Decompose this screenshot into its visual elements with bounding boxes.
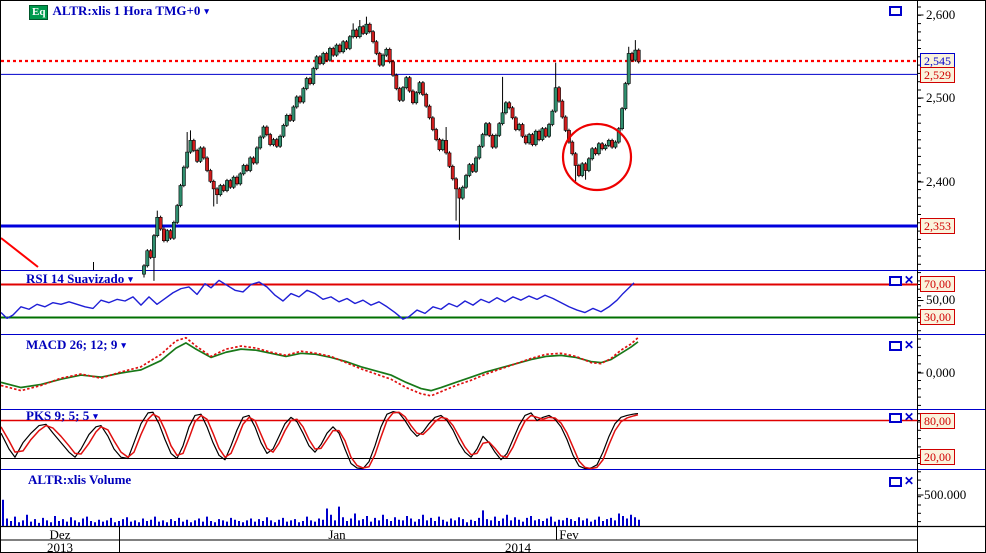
volume-tick-label: 500.000	[924, 487, 967, 502]
rsi-title-label: RSI 14 Suavizado	[26, 271, 125, 286]
year-label-2014: 2014	[505, 540, 531, 553]
close-icon[interactable]: ✕	[904, 339, 914, 351]
price-tick-2600: 2,600	[926, 7, 956, 22]
rsi-panel-title[interactable]: RSI 14 Suavizado ▾	[26, 272, 133, 286]
last-price-label[interactable]: 2,529	[920, 67, 955, 83]
year-label-2013: 2013	[47, 540, 73, 553]
support-price-label[interactable]: 2,353	[920, 218, 955, 234]
chart-window: Eq ALTR:xlis 1 Hora TMG+0 ▾ RSI 14 Suaviza…	[0, 0, 986, 553]
close-icon[interactable]: ✕	[904, 475, 914, 487]
rsi-70-label[interactable]: 70,00	[920, 276, 955, 292]
chevron-down-icon[interactable]: ▾	[93, 411, 98, 421]
instrument-title-label: ALTR:xlis 1 Hora TMG+0	[52, 3, 201, 18]
chevron-down-icon[interactable]: ▾	[204, 6, 209, 16]
pks-panel-title[interactable]: PKS 9; 5; 5 ▾	[26, 409, 98, 423]
price-tick-2500: 2,500	[926, 90, 956, 105]
macd-zero-label: 0,000	[926, 365, 956, 380]
restore-icon[interactable]	[889, 276, 902, 286]
volume-panel-title[interactable]: ALTR:xlis Volume	[28, 473, 131, 487]
pks-20-label[interactable]: 20,00	[920, 449, 955, 465]
volume-title-label: ALTR:xlis Volume	[28, 472, 132, 487]
restore-icon[interactable]	[889, 477, 902, 487]
close-icon[interactable]: ✕	[904, 411, 914, 423]
restore-icon[interactable]	[889, 6, 902, 16]
restore-icon[interactable]	[889, 341, 902, 351]
pks-title-label: PKS 9; 5; 5	[26, 408, 90, 423]
equity-badge: Eq	[29, 5, 49, 20]
macd-panel-title[interactable]: MACD 26; 12; 9 ▾	[26, 338, 126, 352]
chevron-down-icon[interactable]: ▾	[128, 274, 133, 284]
pks-80-label[interactable]: 80,00	[920, 413, 955, 429]
month-label-fev: Fev	[559, 527, 579, 542]
chevron-down-icon[interactable]: ▾	[121, 340, 126, 350]
rsi-30-label[interactable]: 30,00	[920, 309, 955, 325]
month-label-jan: Jan	[328, 527, 346, 542]
macd-title-label: MACD 26; 12; 9	[26, 337, 118, 352]
restore-icon[interactable]	[889, 413, 902, 423]
close-icon[interactable]: ✕	[904, 274, 914, 286]
price-tick-2400: 2,400	[926, 174, 956, 189]
rsi-50-label: 50,00	[926, 292, 956, 307]
instrument-title[interactable]: Eq ALTR:xlis 1 Hora TMG+0 ▾	[29, 4, 209, 20]
chart-canvas[interactable]	[1, 1, 986, 553]
